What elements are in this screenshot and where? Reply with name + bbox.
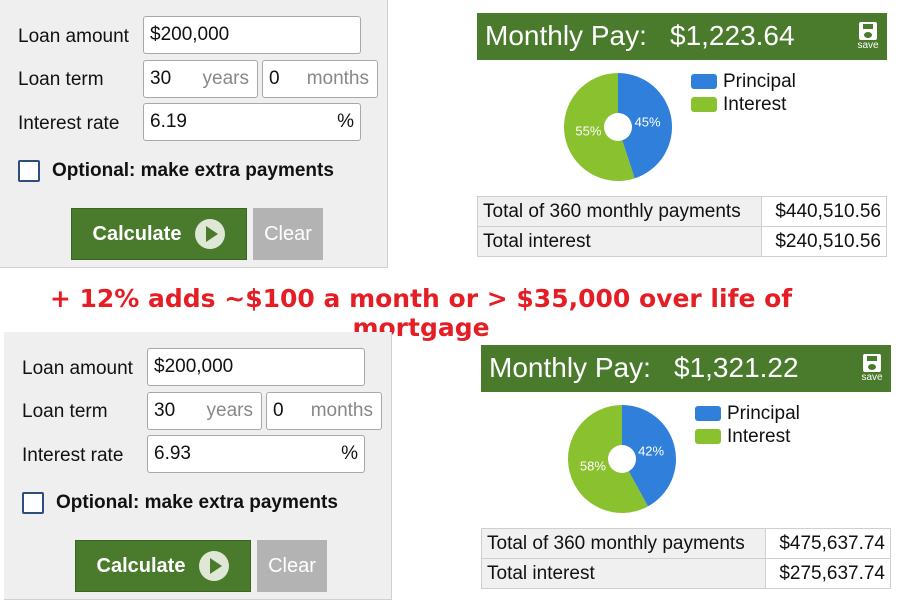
loan-term-months-input[interactable]: 0 months [266, 392, 382, 430]
monthly-pay-title: Monthly Pay: [485, 20, 647, 51]
clear-button[interactable]: Clear [257, 540, 327, 592]
table-row: Total interest $275,637.74 [481, 558, 891, 589]
table-row: Total interest $240,510.56 [477, 226, 887, 257]
summary-table: Total of 360 monthly payments $475,637.7… [481, 528, 891, 589]
result-panel: Monthly Pay: $1,223.64 save 45% 55% Prin… [477, 0, 887, 268]
chart-legend: Principal Interest [695, 402, 800, 448]
percent-unit: % [341, 443, 358, 464]
calculate-button[interactable]: Calculate [75, 540, 251, 592]
loan-amount-input[interactable]: $200,000 [147, 348, 365, 386]
mortgage-calculator-1: Loan amount $200,000 Loan term 30 years … [0, 0, 904, 268]
monthly-pay-title: Monthly Pay: [489, 352, 651, 383]
play-icon [199, 551, 230, 581]
interest-rate-label: Interest rate [18, 113, 120, 134]
legend-item-principal: Principal [695, 402, 800, 425]
extra-payments-checkbox[interactable] [22, 492, 44, 514]
play-icon [195, 219, 226, 249]
summary-table: Total of 360 monthly payments $440,510.5… [477, 196, 887, 257]
months-unit: months [306, 68, 369, 89]
loan-term-label: Loan term [18, 69, 104, 90]
loan-amount-label: Loan amount [18, 26, 129, 47]
extra-payments-label: Optional: make extra payments [56, 492, 338, 513]
loan-term-years-input[interactable]: 30 years [143, 60, 258, 98]
pie-label-interest: 58% [580, 459, 606, 474]
pie-hole [604, 113, 632, 141]
principal-swatch [695, 406, 721, 421]
monthly-pay-header: Monthly Pay: $1,321.22 save [481, 345, 891, 392]
loan-term-years-input[interactable]: 30 years [147, 392, 262, 430]
monthly-pay-amount: $1,223.64 [670, 20, 795, 51]
months-unit: months [310, 400, 373, 421]
extra-payments-checkbox[interactable] [18, 160, 40, 182]
legend-item-interest: Interest [695, 425, 800, 448]
save-button[interactable]: save [855, 22, 881, 51]
calculate-button[interactable]: Calculate [71, 208, 247, 260]
save-button[interactable]: save [859, 354, 885, 383]
input-panel: Loan amount $200,000 Loan term 30 years … [0, 0, 388, 268]
save-icon [863, 354, 881, 372]
loan-amount-input[interactable]: $200,000 [143, 16, 361, 54]
save-icon [859, 22, 877, 40]
payment-pie-chart: 45% 55% [564, 73, 673, 181]
payment-pie-chart: 42% 58% [567, 405, 676, 513]
interest-swatch [691, 97, 717, 112]
interest-rate-input[interactable]: 6.93 % [147, 435, 365, 473]
table-row: Total of 360 monthly payments $440,510.5… [477, 196, 887, 227]
input-panel: Loan amount $200,000 Loan term 30 years … [4, 332, 392, 600]
pie-label-principal: 42% [638, 444, 664, 459]
result-panel: Monthly Pay: $1,321.22 save 42% 58% Prin… [481, 332, 891, 600]
pie-label-interest: 55% [575, 124, 601, 139]
extra-payments-option[interactable]: Optional: make extra payments [18, 160, 334, 182]
chart-legend: Principal Interest [691, 70, 796, 116]
interest-rate-input[interactable]: 6.19 % [143, 103, 361, 141]
interest-rate-label: Interest rate [22, 445, 124, 466]
loan-term-months-input[interactable]: 0 months [262, 60, 378, 98]
monthly-pay-amount: $1,321.22 [674, 352, 799, 383]
pie-label-principal: 45% [635, 114, 661, 129]
years-unit: years [206, 400, 253, 421]
interest-swatch [695, 429, 721, 444]
monthly-pay-header: Monthly Pay: $1,223.64 save [477, 13, 887, 60]
legend-item-principal: Principal [691, 70, 796, 93]
percent-unit: % [337, 111, 354, 132]
table-row: Total of 360 monthly payments $475,637.7… [481, 528, 891, 559]
mortgage-calculator-2: Loan amount $200,000 Loan term 30 years … [4, 332, 904, 600]
extra-payments-label: Optional: make extra payments [52, 160, 334, 181]
extra-payments-option[interactable]: Optional: make extra payments [22, 492, 338, 514]
principal-swatch [691, 74, 717, 89]
loan-term-label: Loan term [22, 401, 108, 422]
clear-button[interactable]: Clear [253, 208, 323, 260]
legend-item-interest: Interest [691, 93, 796, 116]
years-unit: years [202, 68, 249, 89]
pie-hole [608, 445, 636, 473]
loan-amount-label: Loan amount [22, 358, 133, 379]
